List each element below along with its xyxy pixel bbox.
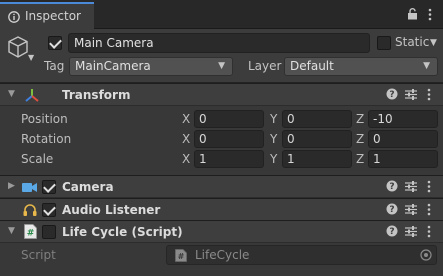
row-label: Scale bbox=[21, 152, 54, 166]
component-title: Camera bbox=[62, 180, 114, 194]
layer-label: Layer bbox=[248, 59, 282, 73]
life-cycle-enabled-toggle[interactable] bbox=[42, 225, 56, 239]
layer-value: Default bbox=[290, 59, 334, 73]
component-header-audio-listener[interactable]: Audio Listener ? bbox=[0, 198, 443, 221]
component-header-transform[interactable]: ▼ Transform ? bbox=[0, 83, 443, 106]
help-icon[interactable]: ? bbox=[386, 88, 398, 103]
svg-text:?: ? bbox=[389, 90, 394, 100]
kebab-menu-icon[interactable] bbox=[428, 8, 432, 24]
axis-label-y[interactable]: Y bbox=[270, 132, 277, 146]
kebab-menu-icon[interactable] bbox=[427, 180, 431, 196]
position-x-field[interactable]: 0 bbox=[194, 110, 264, 128]
axis-label-y[interactable]: Y bbox=[270, 112, 277, 126]
static-checkbox[interactable] bbox=[377, 36, 391, 50]
presets-icon[interactable] bbox=[405, 226, 417, 240]
svg-text:?: ? bbox=[389, 182, 394, 192]
csharp-script-icon: # bbox=[175, 249, 187, 265]
axis-label-z[interactable]: Z bbox=[356, 152, 364, 166]
component-header-life-cycle-script[interactable]: ▼ # Life Cycle (Script) ? bbox=[0, 220, 443, 243]
rotation-y-field[interactable]: 0 bbox=[282, 130, 352, 148]
rotation-x-field[interactable]: 0 bbox=[194, 130, 264, 148]
presets-icon[interactable] bbox=[405, 204, 417, 218]
svg-text:#: # bbox=[178, 252, 185, 261]
info-icon bbox=[8, 11, 20, 26]
svg-text:#: # bbox=[27, 229, 35, 239]
scale-z-field[interactable]: 1 bbox=[368, 150, 438, 168]
axis-label-x[interactable]: X bbox=[182, 112, 190, 126]
component-title: Life Cycle (Script) bbox=[62, 225, 183, 239]
static-label: Static bbox=[395, 35, 430, 49]
kebab-menu-icon[interactable] bbox=[427, 225, 431, 241]
axis-label-y[interactable]: Y bbox=[270, 152, 277, 166]
tab-bar: Inspector bbox=[0, 0, 443, 29]
tab-label: Inspector bbox=[25, 9, 81, 23]
script-object-field[interactable]: # LifeCycle bbox=[166, 245, 437, 265]
rotation-z-field[interactable]: 0 bbox=[368, 130, 438, 148]
tag-value: MainCamera bbox=[75, 59, 151, 73]
help-icon[interactable]: ? bbox=[386, 203, 398, 218]
csharp-script-icon: # bbox=[24, 224, 37, 242]
tag-label: Tag bbox=[44, 59, 65, 73]
component-title: Transform bbox=[62, 88, 131, 102]
game-object-cube-icon bbox=[8, 36, 28, 61]
axis-label-z[interactable]: Z bbox=[356, 132, 364, 146]
presets-icon[interactable] bbox=[405, 181, 417, 195]
chevron-down-icon: ▼ bbox=[423, 61, 430, 71]
audio-listener-enabled-toggle[interactable] bbox=[42, 203, 56, 217]
foldout-collapsed-icon[interactable]: ▶ bbox=[8, 181, 15, 191]
lock-icon[interactable] bbox=[407, 8, 418, 23]
object-picker-icon[interactable] bbox=[420, 249, 432, 264]
help-icon[interactable]: ? bbox=[386, 180, 398, 195]
axis-label-x[interactable]: X bbox=[182, 152, 190, 166]
help-icon[interactable]: ? bbox=[386, 225, 398, 240]
component-header-camera[interactable]: ▶ Camera ? bbox=[0, 175, 443, 198]
position-y-field[interactable]: 0 bbox=[282, 110, 352, 128]
tab-inspector[interactable]: Inspector bbox=[0, 2, 94, 29]
svg-text:?: ? bbox=[389, 227, 394, 237]
object-name-field[interactable]: Main Camera bbox=[68, 33, 370, 53]
transform-icon bbox=[24, 88, 40, 106]
tag-dropdown[interactable]: MainCamera ▼ bbox=[69, 57, 233, 76]
kebab-menu-icon[interactable] bbox=[427, 203, 431, 219]
game-object-header: ▼ Main Camera Static ▼ Tag MainCamera ▼ … bbox=[0, 29, 443, 83]
row-label: Position bbox=[21, 112, 68, 126]
chevron-down-icon: ▼ bbox=[218, 61, 225, 71]
layer-dropdown[interactable]: Default ▼ bbox=[284, 57, 438, 76]
foldout-expanded-icon[interactable]: ▼ bbox=[8, 226, 15, 236]
row-label: Rotation bbox=[21, 132, 72, 146]
kebab-menu-icon[interactable] bbox=[427, 88, 431, 104]
chevron-down-icon[interactable]: ▼ bbox=[430, 38, 437, 48]
foldout-expanded-icon[interactable]: ▼ bbox=[8, 89, 15, 99]
svg-text:?: ? bbox=[389, 205, 394, 215]
scale-x-field[interactable]: 1 bbox=[194, 150, 264, 168]
scale-y-field[interactable]: 1 bbox=[282, 150, 352, 168]
axis-label-z[interactable]: Z bbox=[356, 112, 364, 126]
script-value: LifeCycle bbox=[195, 248, 250, 262]
chevron-down-icon[interactable]: ▼ bbox=[28, 53, 34, 62]
camera-icon bbox=[22, 182, 38, 196]
script-label: Script bbox=[21, 248, 56, 262]
position-z-field[interactable]: -10 bbox=[368, 110, 438, 128]
axis-label-x[interactable]: X bbox=[182, 132, 190, 146]
component-title: Audio Listener bbox=[62, 203, 161, 217]
active-toggle[interactable] bbox=[48, 36, 62, 50]
camera-enabled-toggle[interactable] bbox=[42, 180, 56, 194]
headphones-icon bbox=[23, 203, 37, 220]
presets-icon[interactable] bbox=[405, 89, 417, 103]
